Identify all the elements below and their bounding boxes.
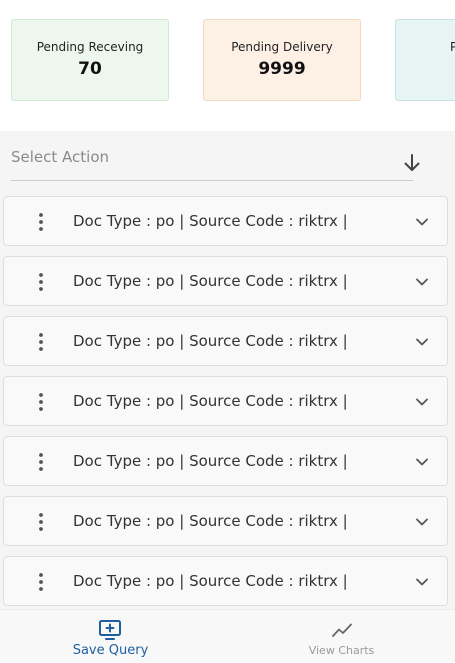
- query-row[interactable]: Doc Type : po | Source Code : riktrx |: [3, 316, 448, 366]
- stat-card-pending[interactable]: Pending: [395, 19, 455, 101]
- query-row[interactable]: Doc Type : po | Source Code : riktrx |: [3, 196, 448, 246]
- stats-bar: Pending Receving 70 Pending Delivery 999…: [0, 0, 455, 131]
- query-list-area: Select Action Doc Type : po | Source Cod…: [0, 131, 455, 609]
- stat-label: Pending: [450, 40, 455, 54]
- query-row-title: Doc Type : po | Source Code : riktrx |: [73, 512, 348, 530]
- query-row-title: Doc Type : po | Source Code : riktrx |: [73, 392, 348, 410]
- chevron-down-icon[interactable]: [414, 274, 430, 290]
- kebab-menu-icon[interactable]: [34, 572, 48, 592]
- chevron-down-icon[interactable]: [414, 214, 430, 230]
- chevron-down-icon[interactable]: [414, 334, 430, 350]
- stat-label: Pending Delivery: [231, 40, 333, 54]
- trend-line-icon: [332, 623, 352, 637]
- query-row[interactable]: Doc Type : po | Source Code : riktrx |: [3, 256, 448, 306]
- query-row-title: Doc Type : po | Source Code : riktrx |: [73, 272, 348, 290]
- stat-card-pending-delivery[interactable]: Pending Delivery 9999: [203, 19, 361, 101]
- chevron-down-icon[interactable]: [414, 514, 430, 530]
- kebab-menu-icon[interactable]: [34, 512, 48, 532]
- stat-value: 9999: [258, 59, 306, 79]
- kebab-menu-icon[interactable]: [34, 272, 48, 292]
- query-row[interactable]: Doc Type : po | Source Code : riktrx |: [3, 556, 448, 606]
- kebab-menu-icon[interactable]: [34, 212, 48, 232]
- query-row-title: Doc Type : po | Source Code : riktrx |: [73, 332, 348, 350]
- save-query-button[interactable]: Save Query: [0, 610, 227, 663]
- stat-label: Pending Receving: [36, 40, 144, 54]
- stat-value: 70: [78, 59, 102, 79]
- kebab-menu-icon[interactable]: [34, 392, 48, 412]
- query-row[interactable]: Doc Type : po | Source Code : riktrx |: [3, 496, 448, 546]
- query-row-title: Doc Type : po | Source Code : riktrx |: [73, 572, 348, 590]
- save-query-label: Save Query: [72, 643, 149, 658]
- bottom-navigation: Save Query View Charts: [0, 609, 455, 662]
- arrow-down-icon[interactable]: [403, 153, 421, 173]
- view-charts-label: View Charts: [308, 644, 375, 657]
- kebab-menu-icon[interactable]: [34, 332, 48, 352]
- chevron-down-icon[interactable]: [414, 574, 430, 590]
- view-charts-button[interactable]: View Charts: [228, 610, 455, 663]
- kebab-menu-icon[interactable]: [34, 452, 48, 472]
- select-action-placeholder: Select Action: [11, 148, 110, 166]
- stat-card-pending-receiving[interactable]: Pending Receving 70: [11, 19, 169, 101]
- query-row[interactable]: Doc Type : po | Source Code : riktrx |: [3, 376, 448, 426]
- chevron-down-icon[interactable]: [414, 394, 430, 410]
- desktop-plus-icon: [99, 620, 121, 640]
- query-row-title: Doc Type : po | Source Code : riktrx |: [73, 212, 348, 230]
- select-action-dropdown[interactable]: Select Action: [11, 131, 420, 181]
- query-row-title: Doc Type : po | Source Code : riktrx |: [73, 452, 348, 470]
- chevron-down-icon[interactable]: [414, 454, 430, 470]
- query-row[interactable]: Doc Type : po | Source Code : riktrx |: [3, 436, 448, 486]
